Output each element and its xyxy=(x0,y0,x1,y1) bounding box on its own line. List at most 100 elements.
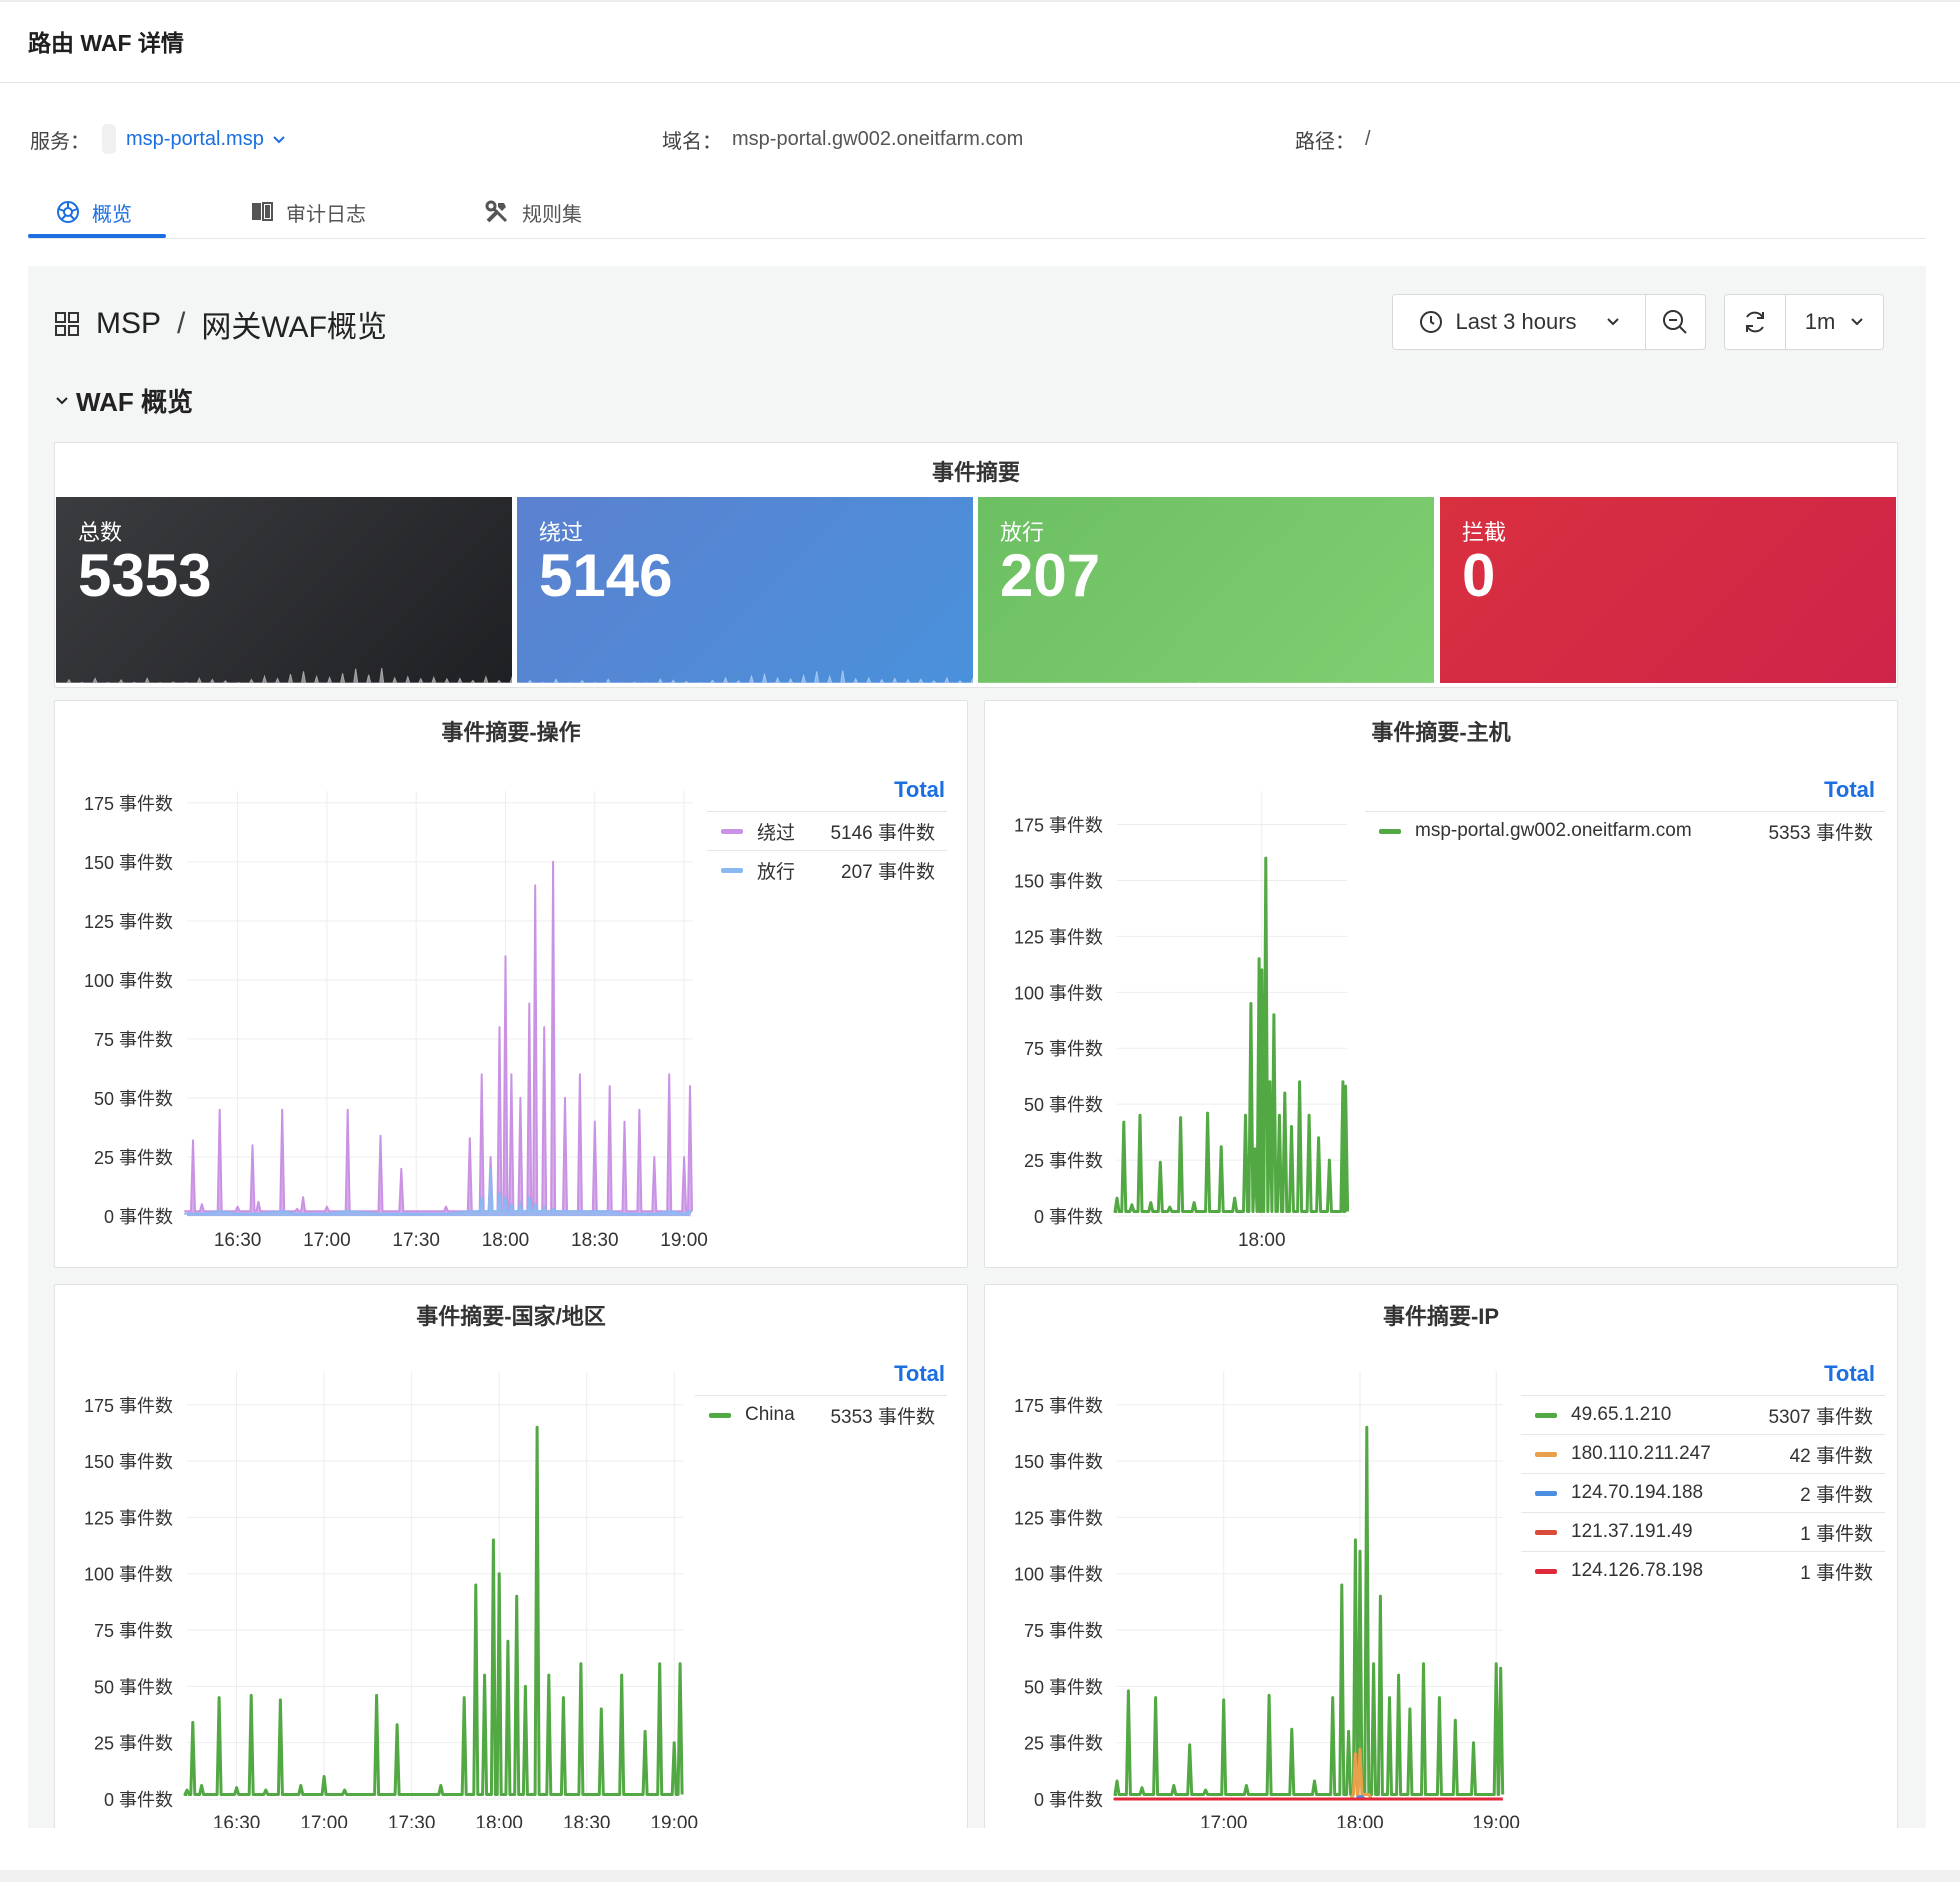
row-title: WAF 概览 xyxy=(76,387,193,417)
legend-value: 5353 事件数 xyxy=(830,1406,935,1428)
tab-label: 审计日志 xyxy=(286,203,366,226)
refresh-interval-label: 1m xyxy=(1804,309,1836,334)
chevron-down-icon xyxy=(273,132,286,148)
refresh-interval-picker[interactable]: 1m xyxy=(1786,295,1882,349)
page-title: 路由 WAF 详情 xyxy=(28,30,184,56)
y-tick-label: 175 事件数 xyxy=(1014,1396,1103,1416)
legend-swatch xyxy=(1535,1529,1557,1535)
x-tick-label: 17:30 xyxy=(388,1813,436,1828)
y-tick-label: 25 事件数 xyxy=(1024,1734,1103,1754)
chevron-down-icon xyxy=(1851,318,1863,326)
y-tick-label: 25 事件数 xyxy=(94,1734,173,1754)
host-panel: 事件摘要-主机 0 事件数 25 事件数 50 事件数 75 事件数 100 事件数 12… xyxy=(984,700,1898,1268)
y-tick-label: 75 事件数 xyxy=(1024,1621,1103,1641)
domain-info: 域名： msp-portal.gw002.oneitfarm.com xyxy=(662,124,1023,154)
row-toggle[interactable]: WAF 概览 xyxy=(56,382,193,419)
legend-swatch xyxy=(709,1412,731,1418)
legend-item[interactable]: 绕过 5146 事件数 xyxy=(707,811,947,850)
path-value: / xyxy=(1365,127,1371,150)
x-tick-label: 17:00 xyxy=(300,1813,348,1828)
y-tick-label: 125 事件数 xyxy=(84,912,173,932)
service-pill xyxy=(102,124,116,154)
country-panel: 事件摘要-国家/地区 0 事件数 25 事件数 50 事件数 75 事件数 100 事件… xyxy=(54,1284,968,1828)
legend-swatch xyxy=(1535,1412,1557,1418)
legend-header[interactable]: Total xyxy=(695,1361,945,1387)
series-area xyxy=(185,1168,692,1216)
time-range-picker[interactable]: Last 3 hours xyxy=(1393,295,1645,349)
zoom-out-button[interactable] xyxy=(1646,295,1704,349)
stat-sparkline xyxy=(517,670,973,683)
domain-value: msp-portal.gw002.oneitfarm.com xyxy=(732,127,1024,150)
legend-swatch xyxy=(721,828,743,834)
legend-item[interactable]: 180.110.211.247 42 事件数 xyxy=(1521,1434,1885,1473)
y-tick-label: 150 事件数 xyxy=(84,853,173,873)
y-tick-label: 50 事件数 xyxy=(94,1089,173,1109)
legend-item[interactable]: 49.65.1.210 5307 事件数 xyxy=(1521,1395,1885,1434)
legend-name: 121.37.191.49 xyxy=(1571,1521,1693,1542)
legend-name: 放行 xyxy=(757,861,796,883)
tab-label: 规则集 xyxy=(522,203,582,226)
legend-header[interactable]: Total xyxy=(1485,777,1875,803)
path-label: 路径： xyxy=(1295,130,1355,153)
y-tick-label: 75 事件数 xyxy=(94,1621,173,1641)
legend-swatch xyxy=(1535,1568,1557,1574)
y-tick-label: 150 事件数 xyxy=(1014,1452,1103,1472)
tools-icon xyxy=(484,199,510,225)
legend-value: 42 事件数 xyxy=(1789,1445,1873,1467)
panel-title: 事件摘要 xyxy=(931,460,1020,485)
legend-item[interactable]: msp-portal.gw002.oneitfarm.com 5353 事件数 xyxy=(1365,811,1885,850)
x-tick-label: 16:30 xyxy=(213,1813,261,1828)
legend-value: 2 事件数 xyxy=(1800,1484,1873,1506)
legend-swatch xyxy=(1535,1490,1557,1496)
y-tick-label: 25 事件数 xyxy=(94,1148,173,1168)
legend-item[interactable]: 124.70.194.188 2 事件数 xyxy=(1521,1473,1885,1512)
x-tick-label: 17:00 xyxy=(1200,1813,1248,1828)
y-tick-label: 0 事件数 xyxy=(104,1790,173,1810)
y-tick-label: 175 事件数 xyxy=(1014,816,1103,836)
legend-name: 124.126.78.198 xyxy=(1571,1560,1704,1581)
tab-rulesets[interactable]: 规则集 xyxy=(484,188,582,236)
legend-item[interactable]: 121.37.191.49 1 事件数 xyxy=(1521,1512,1885,1551)
chevron-down-icon xyxy=(1606,318,1619,326)
legend-name: 124.70.194.188 xyxy=(1571,1482,1704,1503)
series-line xyxy=(1113,1425,1505,1796)
service-select[interactable]: msp-portal.msp xyxy=(126,128,286,151)
y-tick-label: 150 事件数 xyxy=(84,1452,173,1472)
y-tick-label: 25 事件数 xyxy=(1024,1151,1103,1171)
legend-header[interactable]: Total xyxy=(1585,1361,1875,1387)
tab-audit-log[interactable]: 审计日志 xyxy=(250,188,366,236)
y-tick-label: 100 事件数 xyxy=(84,1565,173,1585)
series-line xyxy=(1113,856,1350,1213)
legend-value: 1 事件数 xyxy=(1800,1562,1873,1584)
breadcrumb-dashboard: 网关WAF概览 xyxy=(201,311,387,344)
dashboard: MSP / 网关WAF概览 Last 3 hours 1m WAF 概览 事件摘… xyxy=(28,266,1926,1828)
series-line xyxy=(184,1167,692,1215)
x-tick-label: 17:00 xyxy=(303,1230,351,1251)
dashboard-icon xyxy=(56,200,80,224)
service-label: 服务： xyxy=(30,130,90,153)
y-tick-label: 175 事件数 xyxy=(84,1396,173,1416)
breadcrumb-folder[interactable]: MSP xyxy=(96,307,161,341)
x-tick-label: 18:00 xyxy=(1238,1230,1286,1251)
legend-item[interactable]: 放行 207 事件数 xyxy=(707,850,947,889)
y-tick-label: 100 事件数 xyxy=(1014,1565,1103,1585)
legend-value: 5307 事件数 xyxy=(1768,1406,1873,1428)
stat-sparkline xyxy=(978,681,1434,683)
y-tick-label: 100 事件数 xyxy=(84,971,173,991)
y-tick-label: 0 事件数 xyxy=(1034,1207,1103,1227)
tab-overview[interactable]: 概览 xyxy=(56,188,132,236)
refresh-button[interactable] xyxy=(1725,295,1785,349)
book-icon xyxy=(250,200,274,224)
active-tab-indicator xyxy=(28,234,166,238)
legend-item[interactable]: 124.126.78.198 1 事件数 xyxy=(1521,1551,1885,1590)
y-tick-label: 150 事件数 xyxy=(1014,871,1103,891)
legend-swatch xyxy=(1379,828,1401,834)
legend-header[interactable]: Total xyxy=(695,777,945,803)
ip-panel: 事件摘要-IP 0 事件数 25 事件数 50 事件数 75 事件数 100 事件数 12… xyxy=(984,1284,1898,1828)
refresh-group: 1m xyxy=(1724,294,1884,350)
y-tick-label: 50 事件数 xyxy=(1024,1677,1103,1697)
breadcrumb: MSP / 网关WAF概览 xyxy=(54,302,387,346)
summary-panel: 事件摘要 总数 5353 绕过 5146 放行 207 拦截 0 xyxy=(54,442,1898,688)
legend-item[interactable]: China 5353 事件数 xyxy=(695,1395,947,1434)
stat-total: 总数 5353 xyxy=(56,497,512,683)
